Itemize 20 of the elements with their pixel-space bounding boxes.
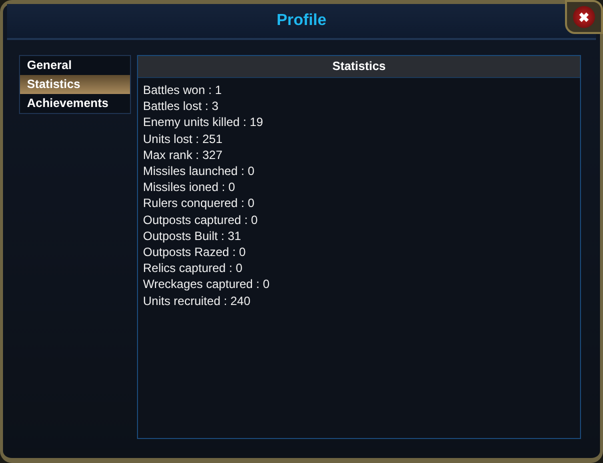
statistic-line: Max rank : 327 [143,146,224,164]
sidebar-tab[interactable]: Statistics [20,75,130,94]
statistic-line: Rulers conquered : 0 [143,195,256,212]
statistic-line: Wreckages captured : 0 [143,276,271,293]
sidebar-tab[interactable]: Achievements [20,94,130,113]
statistic-line: Battles lost : 3 [143,98,220,114]
statistic-line: Relics captured : 0 [143,260,244,276]
statistic-line: Outposts Built : 31 [143,228,242,244]
statistic-line: Outposts captured : 0 [143,212,259,228]
statistic-line: Enemy units killed : 19 [143,114,264,131]
statistic-line: Missiles launched : 0 [143,163,256,180]
statistic-line: Battles won : 1 [143,82,223,98]
statistic-line: Units recruited : 240 [143,292,252,309]
statistic-line: Missiles ioned : 0 [143,179,236,196]
sidebar-tab[interactable]: General [20,56,130,75]
window-title: Profile [276,12,326,30]
panel-header: Statistics [138,56,580,78]
statistic-line: Units lost : 251 [143,130,224,147]
close-button[interactable]: ✖ [565,0,603,34]
statistic-line: Outposts Razed : 0 [143,244,247,260]
